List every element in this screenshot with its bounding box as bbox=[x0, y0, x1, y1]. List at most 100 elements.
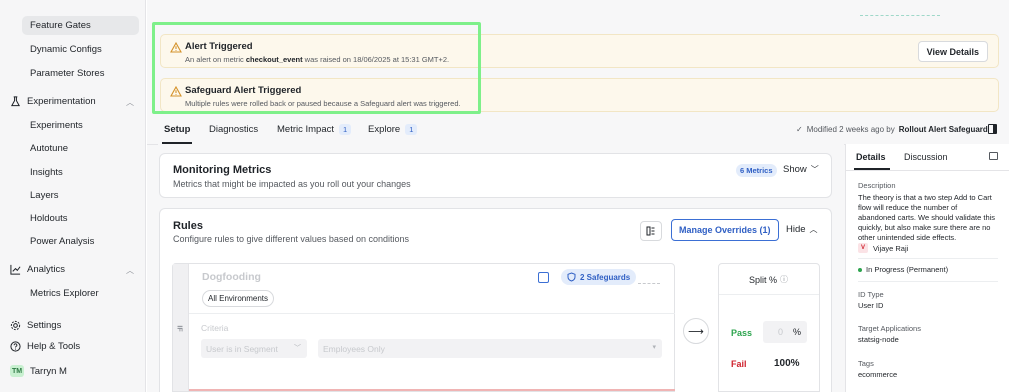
rule-row: IF Dogfooding All Environments 2 Safegua… bbox=[172, 263, 675, 392]
card-subtitle: Configure rules to give different values… bbox=[173, 234, 409, 244]
criteria-value-select[interactable]: Employees Only ▾ bbox=[318, 339, 662, 358]
hide-label: Hide bbox=[786, 224, 806, 235]
chevron-up-icon[interactable]: ︿ bbox=[126, 97, 134, 108]
sidebar-item-parameter-stores[interactable]: Parameter Stores bbox=[30, 68, 104, 79]
tab-label: Explore bbox=[368, 124, 401, 135]
settings-label: Settings bbox=[27, 320, 62, 331]
sidebar-group-label: Analytics bbox=[27, 264, 66, 275]
chart-icon[interactable] bbox=[538, 272, 549, 283]
description-label: Description bbox=[858, 181, 896, 190]
pass-label: Pass bbox=[731, 328, 753, 338]
divider bbox=[858, 281, 998, 282]
percent-sign: % bbox=[792, 327, 801, 337]
split-box: Split % ⓘ Pass 0% Fail 100% bbox=[718, 263, 820, 392]
chat-icon[interactable] bbox=[989, 152, 998, 160]
hide-button[interactable]: Hide ︿ bbox=[786, 224, 818, 235]
chevron-down-icon: ﹀ bbox=[810, 165, 819, 174]
criteria-select[interactable]: User is in Segment ﹀ bbox=[201, 339, 307, 358]
fail-value: 100% bbox=[774, 358, 800, 369]
sidebar: Feature Gates Dynamic Configs Parameter … bbox=[0, 0, 146, 392]
sidebar-settings[interactable]: Settings bbox=[10, 320, 61, 331]
chart-icon bbox=[10, 264, 21, 275]
split-divider bbox=[719, 294, 819, 295]
description-text[interactable]: The theory is that a two step Add to Car… bbox=[858, 193, 996, 243]
chevron-up-icon: ︿ bbox=[809, 225, 818, 234]
monitoring-metrics-card: Monitoring Metrics Metrics that might be… bbox=[159, 153, 832, 198]
status-dot-icon bbox=[858, 268, 862, 273]
flask-icon bbox=[10, 96, 21, 107]
status-badge: In Progress (Permanent) bbox=[858, 265, 948, 274]
sidebar-item-autotune[interactable]: Autotune bbox=[30, 143, 68, 154]
if-label: IF bbox=[175, 325, 183, 332]
split-title-label: Split % bbox=[749, 274, 778, 285]
chevron-up-icon[interactable]: ︿ bbox=[126, 265, 134, 276]
id-type-label: ID Type bbox=[858, 290, 884, 299]
rule-name[interactable]: Dogfooding bbox=[202, 271, 261, 283]
modified-info: ✓ Modified 2 weeks ago by Rollout Alert … bbox=[796, 125, 988, 134]
tab-explore[interactable]: Explore 1 bbox=[368, 124, 418, 135]
details-panel: Details Discussion Description The theor… bbox=[845, 144, 1009, 392]
tab-label: Setup bbox=[164, 124, 191, 135]
tab-metric-impact[interactable]: Metric Impact 1 bbox=[277, 124, 352, 135]
owner-name: Vijaye Raji bbox=[873, 243, 909, 253]
sidebar-item-insights[interactable]: Insights bbox=[30, 167, 63, 178]
tab-diagnostics[interactable]: Diagnostics bbox=[209, 124, 258, 135]
safeguards-label: 2 Safeguards bbox=[580, 272, 631, 282]
info-icon[interactable]: ⓘ bbox=[780, 274, 788, 285]
pass-value: 0 bbox=[777, 327, 783, 337]
rule-dash bbox=[638, 283, 660, 284]
sidebar-item-feature-gates[interactable]: Feature Gates bbox=[30, 20, 91, 31]
layout-toggle-button[interactable] bbox=[640, 221, 662, 241]
check-icon: ✓ bbox=[796, 125, 803, 134]
tab-details[interactable]: Details bbox=[856, 152, 886, 162]
view-details-button[interactable]: View Details bbox=[917, 41, 988, 62]
criteria-select-value: User is in Segment bbox=[206, 343, 278, 354]
modified-text: Modified 2 weeks ago by bbox=[806, 125, 895, 134]
tab-badge: 1 bbox=[405, 124, 418, 135]
sidebar-group-experimentation[interactable]: Experimentation bbox=[10, 96, 96, 107]
sidebar-item-layers[interactable]: Layers bbox=[30, 190, 59, 201]
target-apps-label: Target Applications bbox=[858, 324, 921, 333]
sidebar-item-dynamic-configs[interactable]: Dynamic Configs bbox=[30, 44, 102, 55]
chevron-down-icon: ▾ bbox=[652, 344, 656, 351]
toggle-panel-icon[interactable] bbox=[988, 124, 997, 134]
sidebar-help[interactable]: Help & Tools bbox=[10, 341, 80, 352]
card-title: Monitoring Metrics bbox=[173, 164, 272, 176]
tab-label: Metric Impact bbox=[277, 124, 335, 135]
metrics-count-badge: 6 Metrics bbox=[736, 164, 777, 177]
sidebar-item-metrics-explorer[interactable]: Metrics Explorer bbox=[30, 288, 99, 299]
show-label: Show bbox=[783, 164, 807, 175]
shield-icon bbox=[567, 272, 576, 282]
highlight-box bbox=[152, 22, 481, 114]
card-subtitle: Metrics that might be impacted as you ro… bbox=[173, 179, 411, 189]
card-title: Rules bbox=[173, 220, 203, 232]
manage-overrides-button[interactable]: Manage Overrides (1) bbox=[671, 219, 779, 241]
sidebar-item-holdouts[interactable]: Holdouts bbox=[30, 213, 68, 224]
sidebar-item-power-analysis[interactable]: Power Analysis bbox=[30, 236, 94, 247]
sidebar-item-experiments[interactable]: Experiments bbox=[30, 120, 83, 131]
tag-ecommerce[interactable]: ecommerce bbox=[858, 370, 897, 379]
sidebar-group-label: Experimentation bbox=[27, 96, 96, 107]
show-button[interactable]: Show ﹀ bbox=[783, 164, 819, 175]
fail-label: Fail bbox=[731, 359, 747, 369]
arrow-right-icon: ⟶ bbox=[683, 318, 709, 344]
environment-pill[interactable]: All Environments bbox=[202, 290, 275, 307]
sidebar-group-analytics[interactable]: Analytics bbox=[10, 264, 65, 275]
criteria-label: Criteria bbox=[201, 323, 229, 333]
tab-setup[interactable]: Setup bbox=[164, 124, 190, 135]
id-type-value: User ID bbox=[858, 301, 884, 310]
avatar: TM bbox=[10, 365, 24, 377]
tab-badge: 1 bbox=[339, 124, 352, 135]
status-text: In Progress (Permanent) bbox=[866, 265, 949, 274]
owner: V Vijaye Raji bbox=[858, 243, 908, 253]
safeguards-badge[interactable]: 2 Safeguards bbox=[561, 269, 637, 285]
gear-icon bbox=[10, 320, 21, 331]
target-apps-value: statsig-node bbox=[858, 335, 899, 344]
tab-discussion[interactable]: Discussion bbox=[904, 152, 948, 162]
pass-percentage-input[interactable]: 0% bbox=[763, 321, 807, 343]
layout-icon bbox=[646, 226, 655, 236]
rule-divider bbox=[189, 313, 675, 314]
sidebar-user[interactable]: TM Tarryn M bbox=[10, 365, 67, 377]
help-label: Help & Tools bbox=[27, 341, 81, 352]
split-title: Split % ⓘ bbox=[749, 274, 788, 285]
